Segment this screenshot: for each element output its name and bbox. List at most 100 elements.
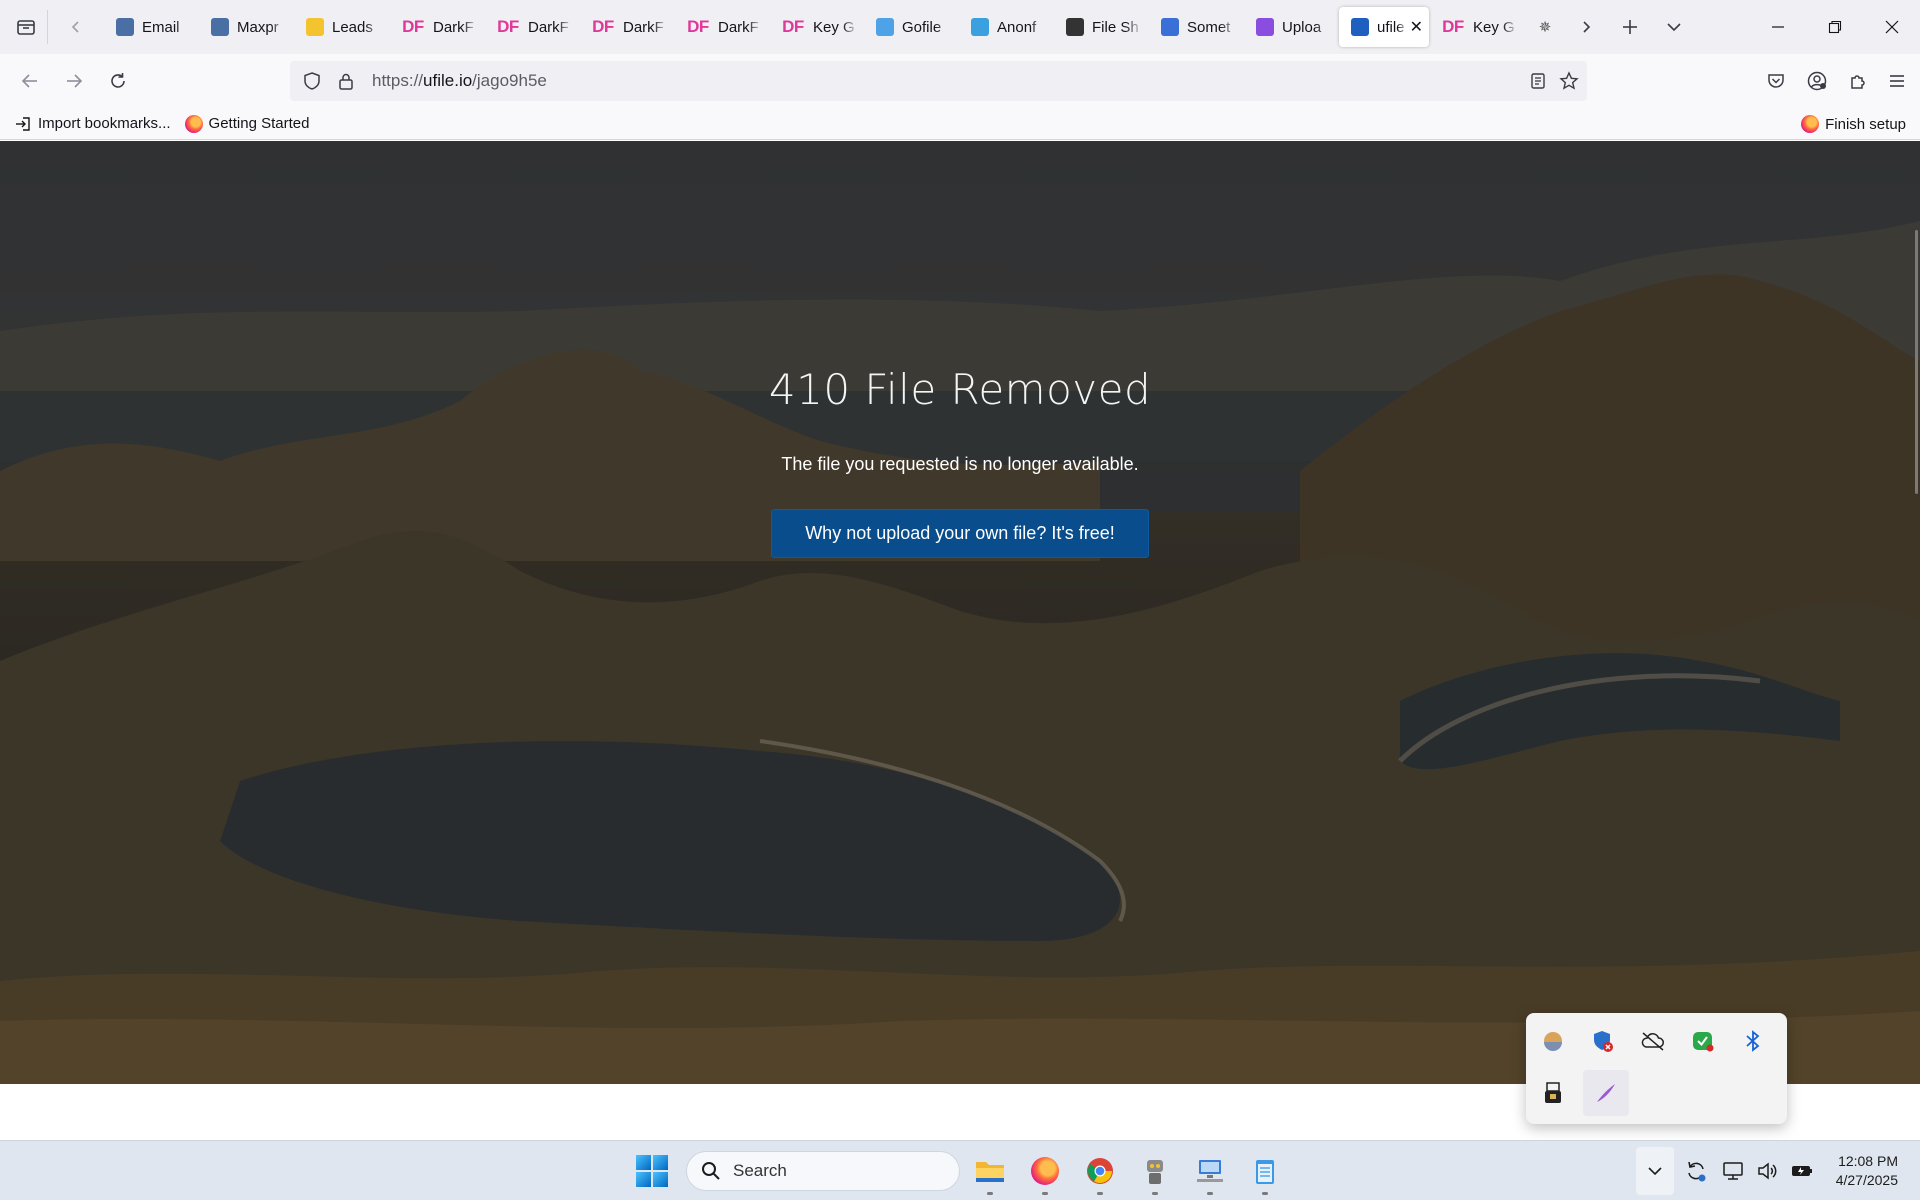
network-icon <box>1723 1162 1743 1180</box>
background-landscape-image <box>0 141 1920 1084</box>
clock-time: 12:08 PM <box>1838 1153 1898 1169</box>
tab[interactable]: DF DarkF <box>579 7 674 47</box>
navigation-toolbar: https://ufile.io/jago9h5e <box>0 54 1920 108</box>
tab[interactable]: Somet <box>1149 7 1244 47</box>
defender-shield-icon <box>1594 1031 1613 1052</box>
df-favicon-icon: DF <box>687 17 709 36</box>
firefox-view-icon <box>16 20 35 35</box>
reload-button[interactable] <box>96 63 140 99</box>
usb-device-icon-button[interactable] <box>1535 1075 1571 1111</box>
forward-button[interactable] <box>52 63 96 99</box>
lock-icon[interactable] <box>336 71 356 91</box>
tab[interactable]: Leads <box>294 7 389 47</box>
onedrive-icon-button[interactable] <box>1635 1023 1671 1059</box>
close-icon <box>1885 20 1898 34</box>
tab-label: ufile <box>1377 18 1405 36</box>
tab[interactable]: Gofile <box>864 7 959 47</box>
finish-setup-button[interactable]: Finish setup <box>1801 108 1906 140</box>
tab[interactable]: DF DarkF <box>484 7 579 47</box>
tracking-protection-shield-icon[interactable] <box>302 71 322 91</box>
notepad-taskbar-button[interactable] <box>1245 1151 1285 1195</box>
minimize-icon <box>1771 26 1784 28</box>
account-icon[interactable] <box>1806 70 1828 92</box>
finish-setup-label: Finish setup <box>1825 115 1906 133</box>
page-content: 410 File Removed The file you requested … <box>0 141 1920 1084</box>
tab[interactable]: Uploa <box>1244 7 1339 47</box>
address-bar[interactable]: https://ufile.io/jago9h5e <box>290 61 1587 101</box>
tab[interactable]: File Sh <box>1054 7 1149 47</box>
page-scrollbar[interactable] <box>1915 230 1918 494</box>
bookmark-star-icon[interactable] <box>1559 71 1579 91</box>
remote-desktop-taskbar-button[interactable] <box>1190 1151 1230 1195</box>
error-hero: 410 File Removed The file you requested … <box>0 365 1920 558</box>
getting-started-bookmark[interactable]: Getting Started <box>184 114 309 133</box>
volume-icon <box>1758 1162 1777 1180</box>
close-window-button[interactable] <box>1863 0 1920 54</box>
file-explorer-taskbar-button[interactable] <box>970 1151 1010 1195</box>
minimize-button[interactable] <box>1749 0 1806 54</box>
chevron-left-icon <box>71 21 79 33</box>
bluetooth-icon-button[interactable] <box>1735 1023 1771 1059</box>
reader-view-icon[interactable] <box>1529 72 1547 90</box>
import-bookmarks-item[interactable]: Import bookmarks... <box>14 115 171 133</box>
show-hidden-icons-button[interactable] <box>1636 1147 1674 1195</box>
chevron-down-icon <box>1648 1167 1662 1176</box>
tab[interactable]: Anonf <box>959 7 1054 47</box>
firefox-view-button[interactable] <box>4 10 48 44</box>
tab-label: Email <box>142 18 180 36</box>
new-tab-button[interactable] <box>1610 7 1650 47</box>
windows-security-icon-button[interactable] <box>1585 1023 1621 1059</box>
feather-pen-icon <box>1597 1084 1615 1102</box>
scroll-tabs-left-button[interactable] <box>56 7 96 47</box>
windows-logo-icon <box>653 1155 668 1170</box>
tab[interactable]: Maxpr <box>199 7 294 47</box>
restore-button[interactable] <box>1806 0 1863 54</box>
sync-tray-icon[interactable] <box>1684 1141 1708 1200</box>
notepad-icon <box>1256 1160 1274 1184</box>
quick-settings-tray[interactable] <box>1722 1141 1814 1200</box>
firefox-taskbar-button[interactable] <box>1025 1151 1065 1195</box>
windows-logo-icon <box>653 1172 668 1187</box>
security-app-icon-button[interactable] <box>1685 1023 1721 1059</box>
hamburger-menu-icon[interactable] <box>1888 72 1906 90</box>
tab[interactable]: DF DarkF <box>389 7 484 47</box>
close-tab-icon[interactable]: ✕ <box>1410 17 1423 37</box>
windows-taskbar: Search 12:08 PM 4/27/2025 <box>0 1140 1920 1200</box>
computer-network-icon <box>1197 1160 1223 1182</box>
tab[interactable]: Email <box>104 7 199 47</box>
restore-icon <box>1828 20 1841 34</box>
running-indicator <box>987 1192 993 1195</box>
weather-app-icon[interactable] <box>1535 1023 1571 1059</box>
start-button[interactable] <box>636 1155 668 1187</box>
tab-label: Key G <box>813 18 855 36</box>
pen-app-icon-button[interactable] <box>1583 1070 1629 1116</box>
chrome-taskbar-button[interactable] <box>1080 1151 1120 1195</box>
taskbar-clock[interactable]: 12:08 PM 4/27/2025 <box>1836 1152 1898 1190</box>
green-check-shield-icon <box>1693 1032 1714 1052</box>
tab[interactable]: DF DarkF <box>674 7 769 47</box>
running-indicator <box>1207 1192 1213 1195</box>
df-favicon-icon: DF <box>592 17 614 36</box>
tab-label: DarkF <box>433 18 474 36</box>
df-favicon-icon: DF <box>782 17 804 36</box>
pocket-icon[interactable] <box>1766 71 1786 91</box>
tab[interactable]: DF Key G <box>1429 7 1524 47</box>
tab[interactable]: DF Key G <box>769 7 864 47</box>
running-indicator <box>1042 1192 1048 1195</box>
url-text[interactable]: https://ufile.io/jago9h5e <box>372 71 547 91</box>
anonfiles-favicon-icon <box>971 18 989 36</box>
windows-logo-icon <box>636 1172 651 1187</box>
extensions-puzzle-icon[interactable] <box>1848 71 1868 91</box>
back-button[interactable] <box>8 63 52 99</box>
chevron-right-icon <box>1583 21 1591 33</box>
scroll-tabs-right-button[interactable] <box>1566 7 1606 47</box>
upload-cta-button[interactable]: Why not upload your own file? It's free! <box>771 509 1149 558</box>
taskbar-search-box[interactable]: Search <box>686 1151 960 1191</box>
ufile-favicon-icon <box>1351 18 1369 36</box>
tab-partial[interactable]: ✵ <box>1524 7 1564 47</box>
chrome-icon <box>1087 1158 1113 1184</box>
tab-active[interactable]: ufile ✕ <box>1339 7 1429 47</box>
app-taskbar-button[interactable] <box>1135 1151 1175 1195</box>
list-all-tabs-button[interactable] <box>1654 7 1694 47</box>
cloud-offline-icon <box>1641 1032 1664 1051</box>
